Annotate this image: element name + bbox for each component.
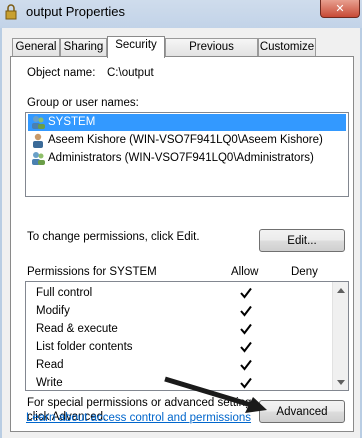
- scroll-up-icon[interactable]: [333, 282, 349, 298]
- perm-name: Full control: [36, 287, 93, 299]
- allow-check-icon: [240, 305, 252, 317]
- perm-name: Read & execute: [36, 323, 118, 335]
- tab-customize[interactable]: Customize: [258, 38, 316, 56]
- object-name-value: C:\output: [107, 67, 154, 79]
- tab-sharing[interactable]: Sharing: [60, 38, 107, 56]
- perm-row-full-control: Full control: [36, 284, 346, 302]
- change-permissions-text: To change permissions, click Edit.: [27, 231, 200, 243]
- user-listbox[interactable]: SYSTEM Aseem Kishore (WIN-VSO7F941LQ0\As…: [25, 112, 349, 197]
- title-bar: output Properties ✕: [0, 0, 362, 28]
- allow-check-icon: [240, 323, 252, 335]
- permissions-for-label: Permissions for SYSTEM: [27, 266, 157, 278]
- allow-header: Allow: [231, 266, 259, 278]
- edit-button[interactable]: Edit...: [259, 229, 345, 252]
- tab-general[interactable]: General: [12, 38, 60, 56]
- perm-row-read: Read: [36, 356, 346, 374]
- user-name: Aseem Kishore (WIN-VSO7F941LQ0\Aseem Kis…: [48, 134, 323, 146]
- user-row-system[interactable]: SYSTEM: [28, 114, 346, 131]
- annotation-arrow-icon: [164, 376, 267, 413]
- perm-name: Modify: [36, 305, 70, 317]
- perm-name: Read: [36, 359, 64, 371]
- allow-check-icon: [240, 359, 252, 371]
- perm-name: Write: [36, 377, 63, 389]
- object-name-label: Object name:: [27, 67, 96, 79]
- allow-check-icon: [240, 341, 252, 353]
- advanced-button[interactable]: Advanced: [259, 400, 345, 423]
- permissions-scrollbar[interactable]: [332, 282, 348, 390]
- group-users-icon: [32, 116, 45, 129]
- folder-lock-icon: [5, 4, 17, 20]
- deny-header: Deny: [291, 266, 318, 278]
- close-icon: ✕: [335, 2, 345, 15]
- close-button[interactable]: ✕: [320, 0, 360, 18]
- security-panel: Object name: C:\output Group or user nam…: [10, 56, 354, 432]
- learn-access-control-link[interactable]: Learn about access control and permissio…: [26, 412, 251, 424]
- window-title: output Properties: [26, 4, 126, 19]
- user-row-administrators[interactable]: Administrators (WIN-VSO7F941LQ0\Administ…: [28, 150, 346, 167]
- user-name: Administrators (WIN-VSO7F941LQ0\Administ…: [48, 152, 314, 164]
- scroll-down-icon[interactable]: [333, 374, 349, 390]
- perm-row-modify: Modify: [36, 302, 346, 320]
- group-users-icon: [32, 152, 45, 165]
- group-names-label: Group or user names:: [27, 97, 139, 109]
- perm-row-read-execute: Read & execute: [36, 320, 346, 338]
- perm-row-list-folder-contents: List folder contents: [36, 338, 346, 356]
- allow-check-icon: [240, 287, 252, 299]
- user-row-aseem-kishore[interactable]: Aseem Kishore (WIN-VSO7F941LQ0\Aseem Kis…: [28, 132, 346, 149]
- tab-security[interactable]: Security: [107, 36, 165, 58]
- perm-name: List folder contents: [36, 341, 133, 353]
- tab-previous-versions[interactable]: Previous Versions: [165, 38, 258, 69]
- user-name: SYSTEM: [48, 116, 96, 128]
- dialog-body: General Sharing Security Previous Versio…: [0, 28, 362, 438]
- user-icon: [33, 133, 43, 148]
